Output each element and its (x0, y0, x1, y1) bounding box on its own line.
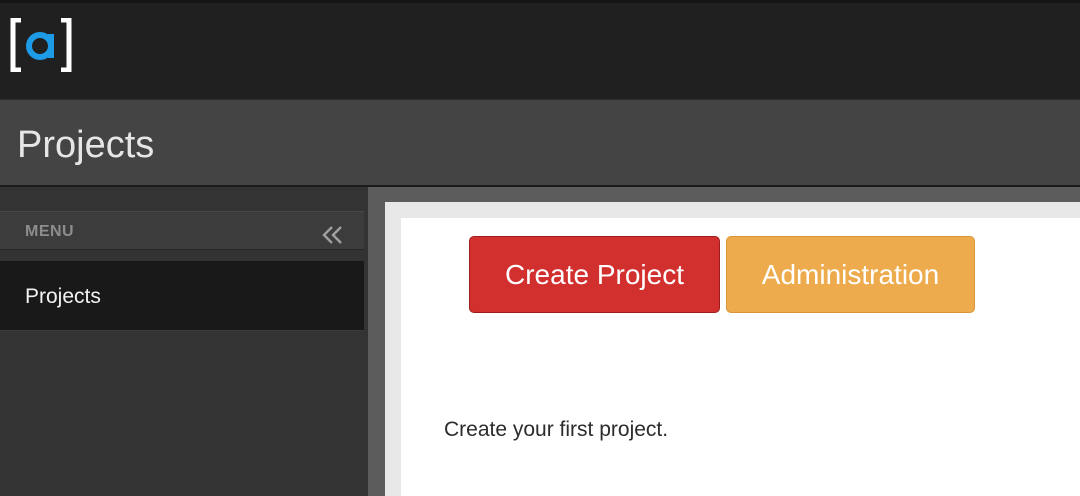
top-bar (0, 0, 1080, 100)
administration-button[interactable]: Administration (726, 236, 975, 313)
sidebar-item-label[interactable]: Projects (25, 285, 101, 309)
menu-label: MENU (25, 223, 75, 240)
title-bar (0, 100, 1080, 187)
app-logo[interactable] (9, 18, 73, 72)
empty-state-message: Create your first project. (444, 418, 669, 441)
double-chevron-left-icon[interactable] (320, 223, 346, 247)
page-title: Projects (17, 124, 155, 166)
create-project-button[interactable]: Create Project (469, 236, 720, 313)
